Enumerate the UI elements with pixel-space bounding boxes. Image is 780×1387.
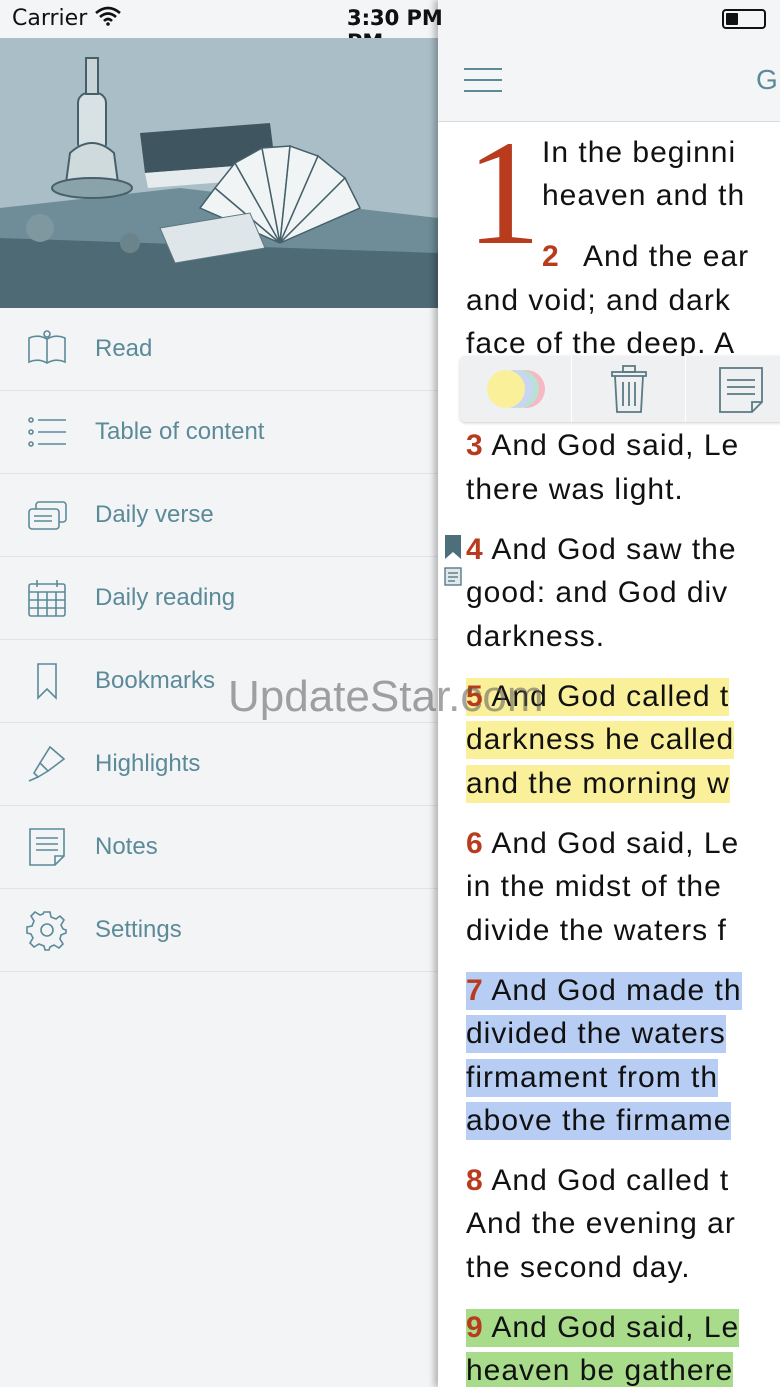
- clock-overlay: 3:30 PM: [347, 6, 443, 30]
- menu-item-daily-verse[interactable]: Daily verse: [0, 474, 438, 557]
- drawer-menu: Read Table of content Daily verse Daily …: [0, 308, 438, 972]
- book-title[interactable]: G: [756, 64, 778, 96]
- verse-text: In the beginni: [542, 136, 737, 169]
- menu-item-settings[interactable]: Settings: [0, 889, 438, 972]
- menu-label: Notes: [95, 833, 158, 860]
- verse-text: And the ear: [583, 240, 750, 273]
- highlight-color-picker[interactable]: [460, 356, 572, 422]
- list-icon: [26, 411, 68, 453]
- menu-item-highlights[interactable]: Highlights: [0, 723, 438, 806]
- highlighter-icon: [26, 743, 68, 785]
- verse-text: the second day.: [466, 1251, 691, 1284]
- verse-text: And God saw the: [491, 533, 737, 566]
- cards-icon: [26, 494, 68, 536]
- menu-item-read[interactable]: Read: [0, 308, 438, 391]
- bookmark-icon: [26, 660, 68, 702]
- calendar-icon: [26, 577, 68, 619]
- delete-button[interactable]: [572, 356, 686, 422]
- verse-text: good: and God div: [466, 576, 729, 609]
- verse-number: 4: [466, 533, 484, 566]
- menu-label: Read: [95, 335, 153, 362]
- menu-item-daily-reading[interactable]: Daily reading: [0, 557, 438, 640]
- header-illustration: [0, 38, 438, 308]
- verse-markers: [444, 535, 462, 591]
- chapter-number: 1: [466, 110, 541, 276]
- verse-text: heaven and th: [542, 179, 746, 212]
- verse-text: And God called t: [491, 1164, 730, 1197]
- note-icon: [686, 367, 780, 426]
- menu-item-table-of-content[interactable]: Table of content: [0, 391, 438, 474]
- battery-icon: [722, 9, 766, 29]
- verse-text: And God said, Le: [491, 429, 740, 462]
- verse-text: and the morning w: [466, 765, 730, 803]
- status-bar-right: [438, 0, 780, 38]
- verse-number: 6: [466, 827, 484, 860]
- menu-label: Table of content: [95, 418, 265, 445]
- verse-text: And God said, Le: [491, 1311, 740, 1344]
- trash-icon: [572, 365, 686, 426]
- verse-text: firmament from th: [466, 1059, 719, 1097]
- note-icon: [26, 826, 68, 868]
- verse-number: 3: [466, 429, 484, 462]
- carrier-label: Carrier: [12, 6, 88, 31]
- menu-label: Settings: [95, 916, 182, 943]
- verse-text: darkness he called: [466, 721, 735, 759]
- watermark: UpdateStar.com: [228, 672, 544, 721]
- menu-label: Daily reading: [95, 584, 236, 611]
- add-note-button[interactable]: [686, 356, 780, 422]
- menu-label: Daily verse: [95, 501, 214, 528]
- gear-icon: [26, 909, 68, 951]
- menu-item-notes[interactable]: Notes: [0, 806, 438, 889]
- verse-text: darkness.: [466, 620, 606, 653]
- verse-number: 2: [542, 240, 560, 273]
- menu-label: Bookmarks: [95, 667, 216, 694]
- verse-text: And the evening ar: [466, 1207, 736, 1240]
- verse-text: heaven be gathere: [466, 1352, 734, 1387]
- verse-text: above the firmame: [466, 1102, 732, 1140]
- verse-text: and void; and dark: [466, 284, 731, 317]
- menu-icon[interactable]: [464, 68, 504, 94]
- wifi-icon: [95, 6, 121, 30]
- verse-number: 9: [466, 1311, 484, 1344]
- verse-text: divide the waters f: [466, 914, 727, 947]
- verse-text: in the midst of the: [466, 870, 722, 903]
- verse-text: divided the waters: [466, 1015, 726, 1053]
- verse-text: And God said, Le: [491, 827, 740, 860]
- verse-number: 8: [466, 1164, 484, 1197]
- menu-label: Highlights: [95, 750, 201, 777]
- verse-text: And God made th: [491, 974, 742, 1007]
- verse-number: 7: [466, 974, 484, 1007]
- verse-text: there was light.: [466, 473, 684, 506]
- highlight-toolbar: [460, 356, 780, 422]
- open-book-icon: [26, 328, 68, 370]
